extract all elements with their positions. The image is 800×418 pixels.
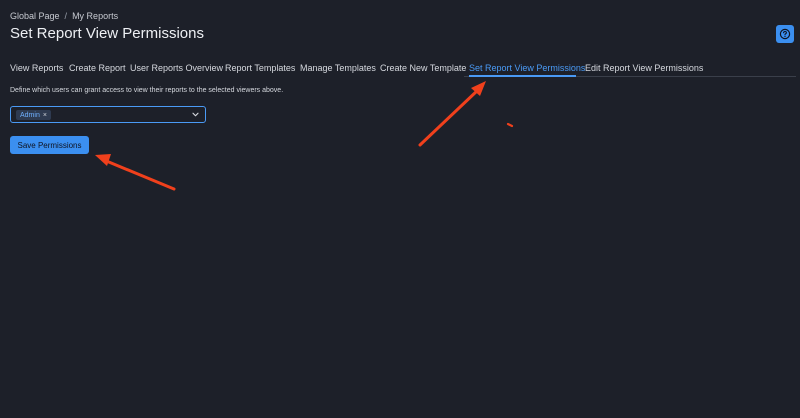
question-circle-icon	[779, 28, 791, 40]
help-button[interactable]	[776, 25, 794, 43]
tab-report-templates[interactable]: Report Templates	[225, 63, 295, 73]
tab-create-report[interactable]: Create Report	[69, 63, 126, 73]
tab-view-reports[interactable]: View Reports	[10, 63, 63, 73]
tab-manage-templates[interactable]: Manage Templates	[300, 63, 376, 73]
breadcrumb-separator: /	[64, 11, 68, 21]
tab-bar: View Reports Create Report User Reports …	[10, 63, 785, 76]
save-permissions-button[interactable]: Save Permissions	[10, 136, 89, 154]
tab-edit-report-view-permissions[interactable]: Edit Report View Permissions	[585, 63, 703, 73]
tab-user-reports-overview[interactable]: User Reports Overview	[130, 63, 223, 73]
annotation-mark	[506, 122, 514, 128]
tab-set-report-view-permissions[interactable]: Set Report View Permissions	[469, 63, 585, 73]
tab-create-new-template[interactable]: Create New Template	[380, 63, 466, 73]
breadcrumb-item-my-reports[interactable]: My Reports	[72, 11, 118, 21]
chip-remove-icon[interactable]: ×	[43, 112, 47, 119]
breadcrumb-item-global-page[interactable]: Global Page	[10, 11, 60, 21]
chip-label: Admin	[20, 111, 40, 119]
breadcrumb: Global Page / My Reports	[10, 11, 118, 21]
active-tab-indicator	[469, 75, 576, 77]
page: Global Page / My Reports Set Report View…	[0, 0, 800, 418]
page-title: Set Report View Permissions	[10, 25, 204, 42]
permissions-description: Define which users can grant access to v…	[10, 87, 284, 94]
user-multiselect[interactable]: Admin ×	[10, 106, 206, 123]
chevron-down-icon[interactable]	[192, 111, 199, 118]
annotation-arrow-to-tab	[418, 81, 486, 147]
selected-user-chip: Admin ×	[16, 110, 51, 120]
annotation-arrow-to-save	[95, 154, 176, 191]
